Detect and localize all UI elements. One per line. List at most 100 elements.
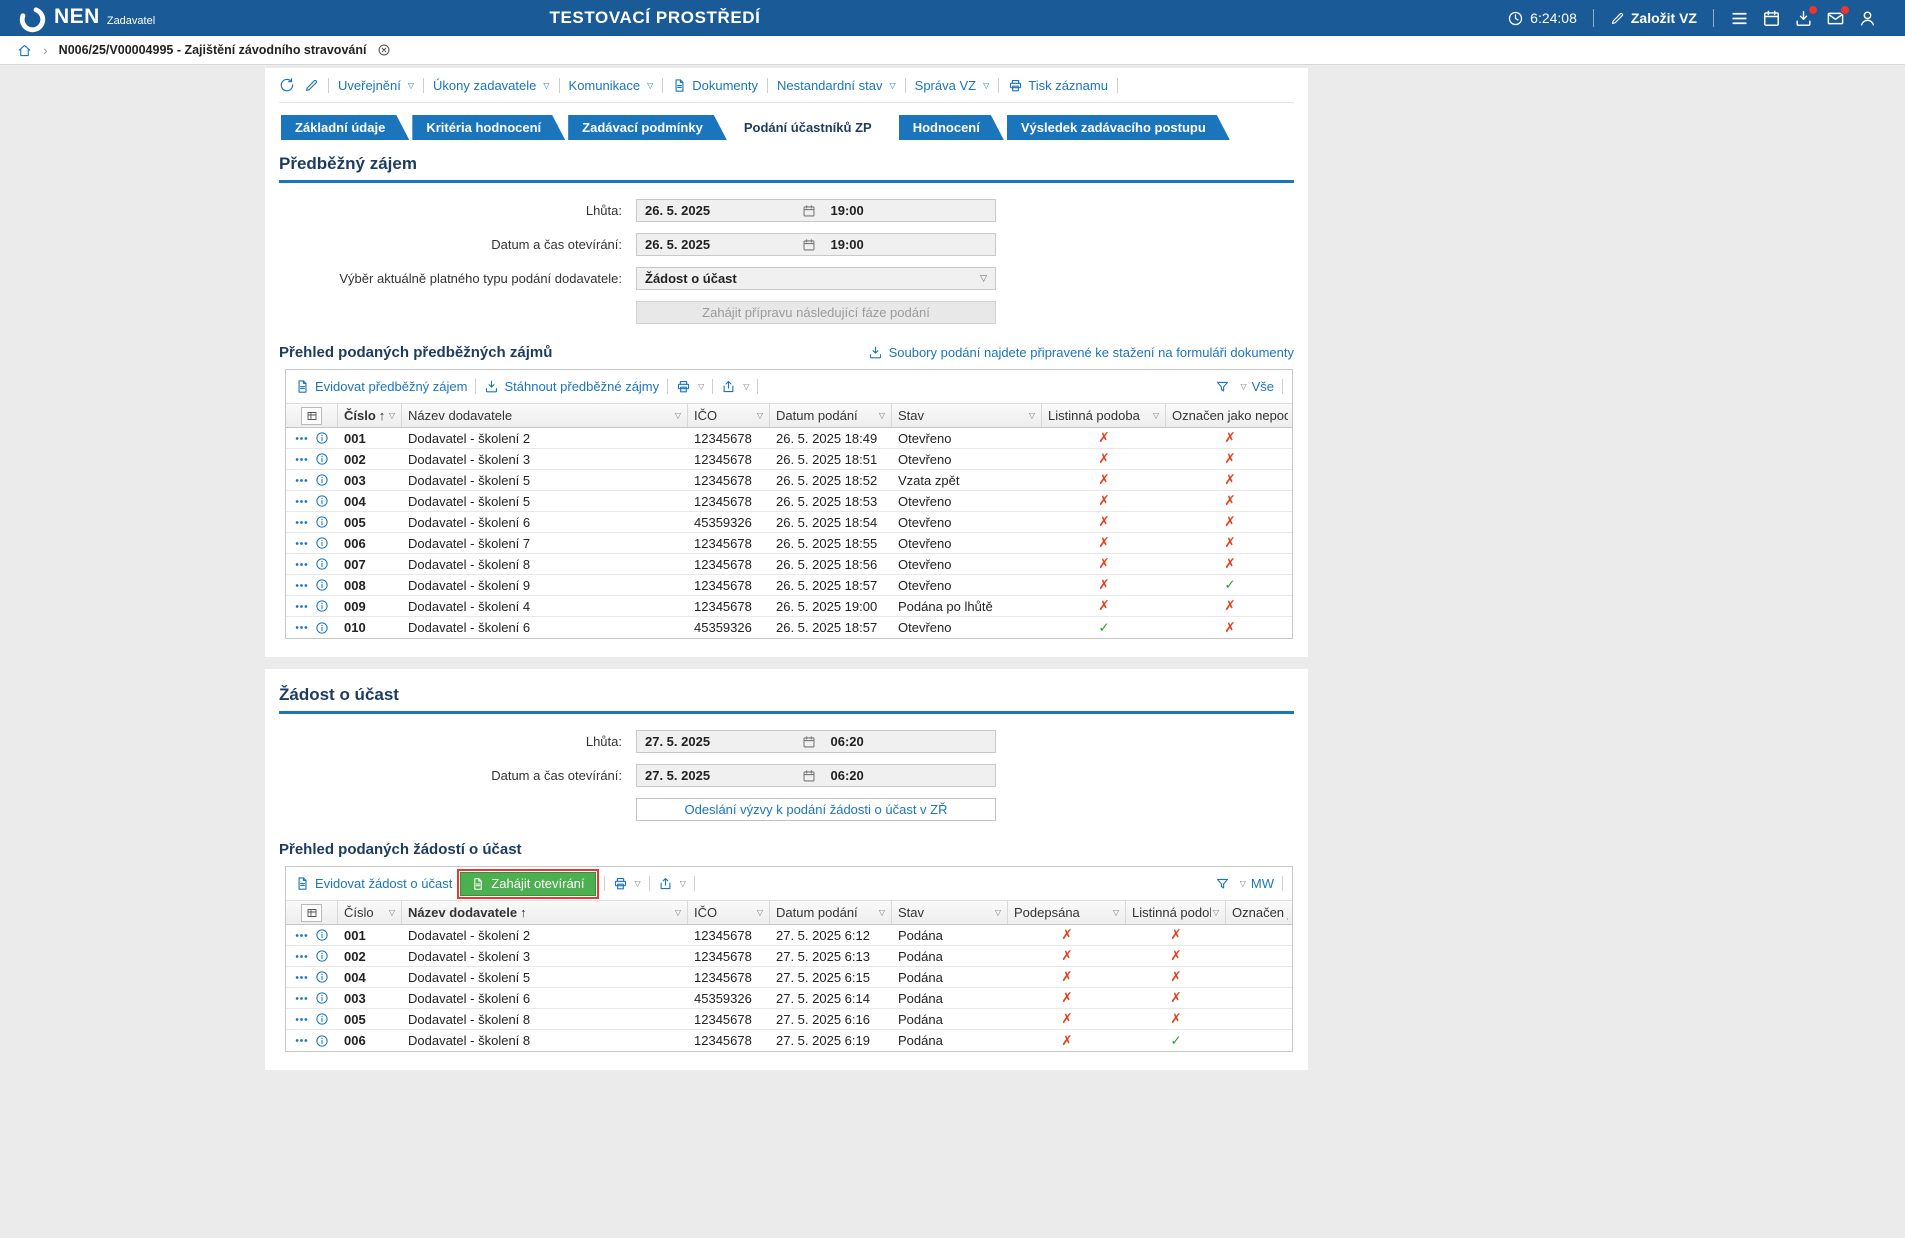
row-menu-icon[interactable]	[294, 452, 309, 467]
evidovat-predbezny-zajem-button[interactable]: Evidovat předběžný zájem	[295, 379, 467, 394]
col-header-datum[interactable]: Datum podání▽	[770, 404, 892, 427]
main-menu-button[interactable]	[1730, 9, 1749, 28]
row-menu-icon[interactable]	[294, 473, 309, 488]
table-row[interactable]: 006Dodavatel - školení 81234567827. 5. 2…	[286, 1030, 1292, 1051]
col-header-nazev[interactable]: Název dodavatele↑▽	[402, 901, 688, 924]
filter-preset-dropdown[interactable]: ▽Vše	[1238, 379, 1274, 394]
filter-chevron-icon[interactable]: ▽	[1213, 908, 1219, 917]
col-header-stav[interactable]: Stav▽	[892, 901, 1008, 924]
breadcrumb-item[interactable]: N006/25/V00004995 - Zajištění závodního …	[59, 43, 367, 57]
table-row[interactable]: 002Dodavatel - školení 31234567826. 5. 2…	[286, 449, 1292, 470]
row-info-icon[interactable]	[315, 991, 329, 1005]
history-icon[interactable]	[279, 77, 295, 93]
filter-chevron-icon[interactable]: ▽	[675, 908, 681, 917]
table-row[interactable]: 005Dodavatel - školení 81234567827. 5. 2…	[286, 1009, 1292, 1030]
close-record-icon[interactable]	[377, 43, 391, 57]
col-header-nazev[interactable]: Název dodavatele▽	[402, 404, 688, 427]
row-info-icon[interactable]	[315, 452, 329, 466]
table-row[interactable]: 003Dodavatel - školení 64535932627. 5. 2…	[286, 988, 1292, 1009]
row-menu-icon[interactable]	[294, 578, 309, 593]
row-info-icon[interactable]	[315, 431, 329, 445]
col-header-datum[interactable]: Datum podání▽	[770, 901, 892, 924]
tab-hodnoceni[interactable]: Hodnocení	[899, 115, 1004, 140]
row-info-icon[interactable]	[315, 928, 329, 942]
odeslani-vyzvy-button[interactable]: Odeslání výzvy k podání žádosti o účast …	[636, 798, 996, 821]
tab-kriteria-hodnoceni[interactable]: Kritéria hodnocení	[412, 115, 565, 140]
zahajit-otevirani-button[interactable]: Zahájit otevírání	[460, 872, 595, 896]
col-header-oznacen[interactable]: Označen jako nepodaný	[1226, 901, 1294, 924]
menu-komunikace[interactable]: Komunikace▽	[569, 78, 654, 93]
row-info-icon[interactable]	[315, 578, 329, 592]
tab-vysledek-zadavaciho-postupu[interactable]: Výsledek zadávacího postupu	[1007, 115, 1230, 140]
row-info-icon[interactable]	[315, 473, 329, 487]
col-header-ico[interactable]: IČO▽	[688, 901, 770, 924]
table-row[interactable]: 004Dodavatel - školení 51234567827. 5. 2…	[286, 967, 1292, 988]
table-row[interactable]: 007Dodavatel - školení 81234567826. 5. 2…	[286, 554, 1292, 575]
table-row[interactable]: 004Dodavatel - školení 51234567826. 5. 2…	[286, 491, 1292, 512]
row-info-icon[interactable]	[315, 536, 329, 550]
row-menu-icon[interactable]	[294, 970, 309, 985]
filter-chevron-icon[interactable]: ▽	[389, 908, 395, 917]
row-info-icon[interactable]	[315, 1034, 329, 1048]
filter-chevron-icon[interactable]: ▽	[995, 908, 1001, 917]
menu-sprava-vz[interactable]: Správa VZ▽	[915, 78, 990, 93]
downloads-button[interactable]	[1794, 9, 1813, 28]
lhuta-field[interactable]: 26. 5. 2025 19:00	[636, 199, 996, 222]
row-menu-icon[interactable]	[294, 494, 309, 509]
calendar-icon[interactable]	[802, 769, 816, 783]
filter-preset-dropdown[interactable]: ▽MW	[1238, 876, 1274, 891]
table-row[interactable]: 006Dodavatel - školení 71234567826. 5. 2…	[286, 533, 1292, 554]
row-menu-icon[interactable]	[294, 536, 309, 551]
menu-tisk-zaznamu[interactable]: Tisk záznamu	[1008, 78, 1108, 93]
filter-chevron-icon[interactable]: ▽	[1029, 411, 1035, 420]
menu-nestandardni-stav[interactable]: Nestandardní stav▽	[777, 78, 896, 93]
column-settings-button[interactable]	[301, 904, 322, 922]
column-settings-button[interactable]	[301, 407, 322, 425]
oteviranie-field[interactable]: 26. 5. 2025 19:00	[636, 233, 996, 256]
row-info-icon[interactable]	[315, 970, 329, 984]
menu-dokumenty[interactable]: Dokumenty	[672, 78, 758, 93]
filter-chevron-icon[interactable]: ▽	[757, 908, 763, 917]
tab-zakladni-udaje[interactable]: Základní údaje	[281, 115, 409, 140]
col-header-listinna[interactable]: Listinná podoba▽	[1042, 404, 1166, 427]
col-header-ico[interactable]: IČO▽	[688, 404, 770, 427]
row-menu-icon[interactable]	[294, 1012, 309, 1027]
filter-icon[interactable]	[1215, 379, 1230, 394]
col-header-oznacen[interactable]: Označen jako nepodaný	[1166, 404, 1294, 427]
filter-chevron-icon[interactable]: ▽	[675, 411, 681, 420]
filter-chevron-icon[interactable]: ▽	[389, 411, 395, 420]
row-info-icon[interactable]	[315, 621, 329, 635]
row-menu-icon[interactable]	[294, 599, 309, 614]
filter-chevron-icon[interactable]: ▽	[879, 908, 885, 917]
table-row[interactable]: 001Dodavatel - školení 21234567827. 5. 2…	[286, 925, 1292, 946]
filter-chevron-icon[interactable]: ▽	[757, 411, 763, 420]
grid-export-button[interactable]: ▽	[721, 379, 749, 394]
nen-logo[interactable]: NEN Zadavatel	[0, 2, 155, 34]
row-menu-icon[interactable]	[294, 557, 309, 572]
row-info-icon[interactable]	[315, 557, 329, 571]
row-menu-icon[interactable]	[294, 620, 309, 635]
grid-print-button[interactable]: ▽	[613, 876, 641, 891]
typ-podani-select[interactable]: Žádost o účast ▽	[636, 267, 996, 290]
filter-icon[interactable]	[1215, 876, 1230, 891]
grid-print-button[interactable]: ▽	[676, 379, 704, 394]
home-icon[interactable]	[17, 43, 32, 58]
grid-export-button[interactable]: ▽	[658, 876, 686, 891]
row-menu-icon[interactable]	[294, 949, 309, 964]
edit-icon[interactable]	[304, 78, 319, 93]
filter-chevron-icon[interactable]: ▽	[879, 411, 885, 420]
row-info-icon[interactable]	[315, 949, 329, 963]
table-row[interactable]: 001Dodavatel - školení 21234567826. 5. 2…	[286, 428, 1292, 449]
table-row[interactable]: 003Dodavatel - školení 51234567826. 5. 2…	[286, 470, 1292, 491]
table-row[interactable]: 005Dodavatel - školení 64535932626. 5. 2…	[286, 512, 1292, 533]
calendar-button[interactable]	[1762, 9, 1781, 28]
table-row[interactable]: 002Dodavatel - školení 31234567827. 5. 2…	[286, 946, 1292, 967]
row-info-icon[interactable]	[315, 494, 329, 508]
tab-zadavaci-podminky[interactable]: Zadávací podmínky	[568, 115, 727, 140]
menu-ukony-zadavatele[interactable]: Úkony zadavatele▽	[433, 78, 550, 93]
soubory-podani-link[interactable]: Soubory podání najdete připravené ke sta…	[868, 345, 1294, 360]
lhuta-field[interactable]: 27. 5. 2025 06:20	[636, 730, 996, 753]
row-menu-icon[interactable]	[294, 431, 309, 446]
oteviranie-field[interactable]: 27. 5. 2025 06:20	[636, 764, 996, 787]
zahajit-pripravu-button[interactable]: Zahájit přípravu následující fáze podání	[636, 301, 996, 324]
